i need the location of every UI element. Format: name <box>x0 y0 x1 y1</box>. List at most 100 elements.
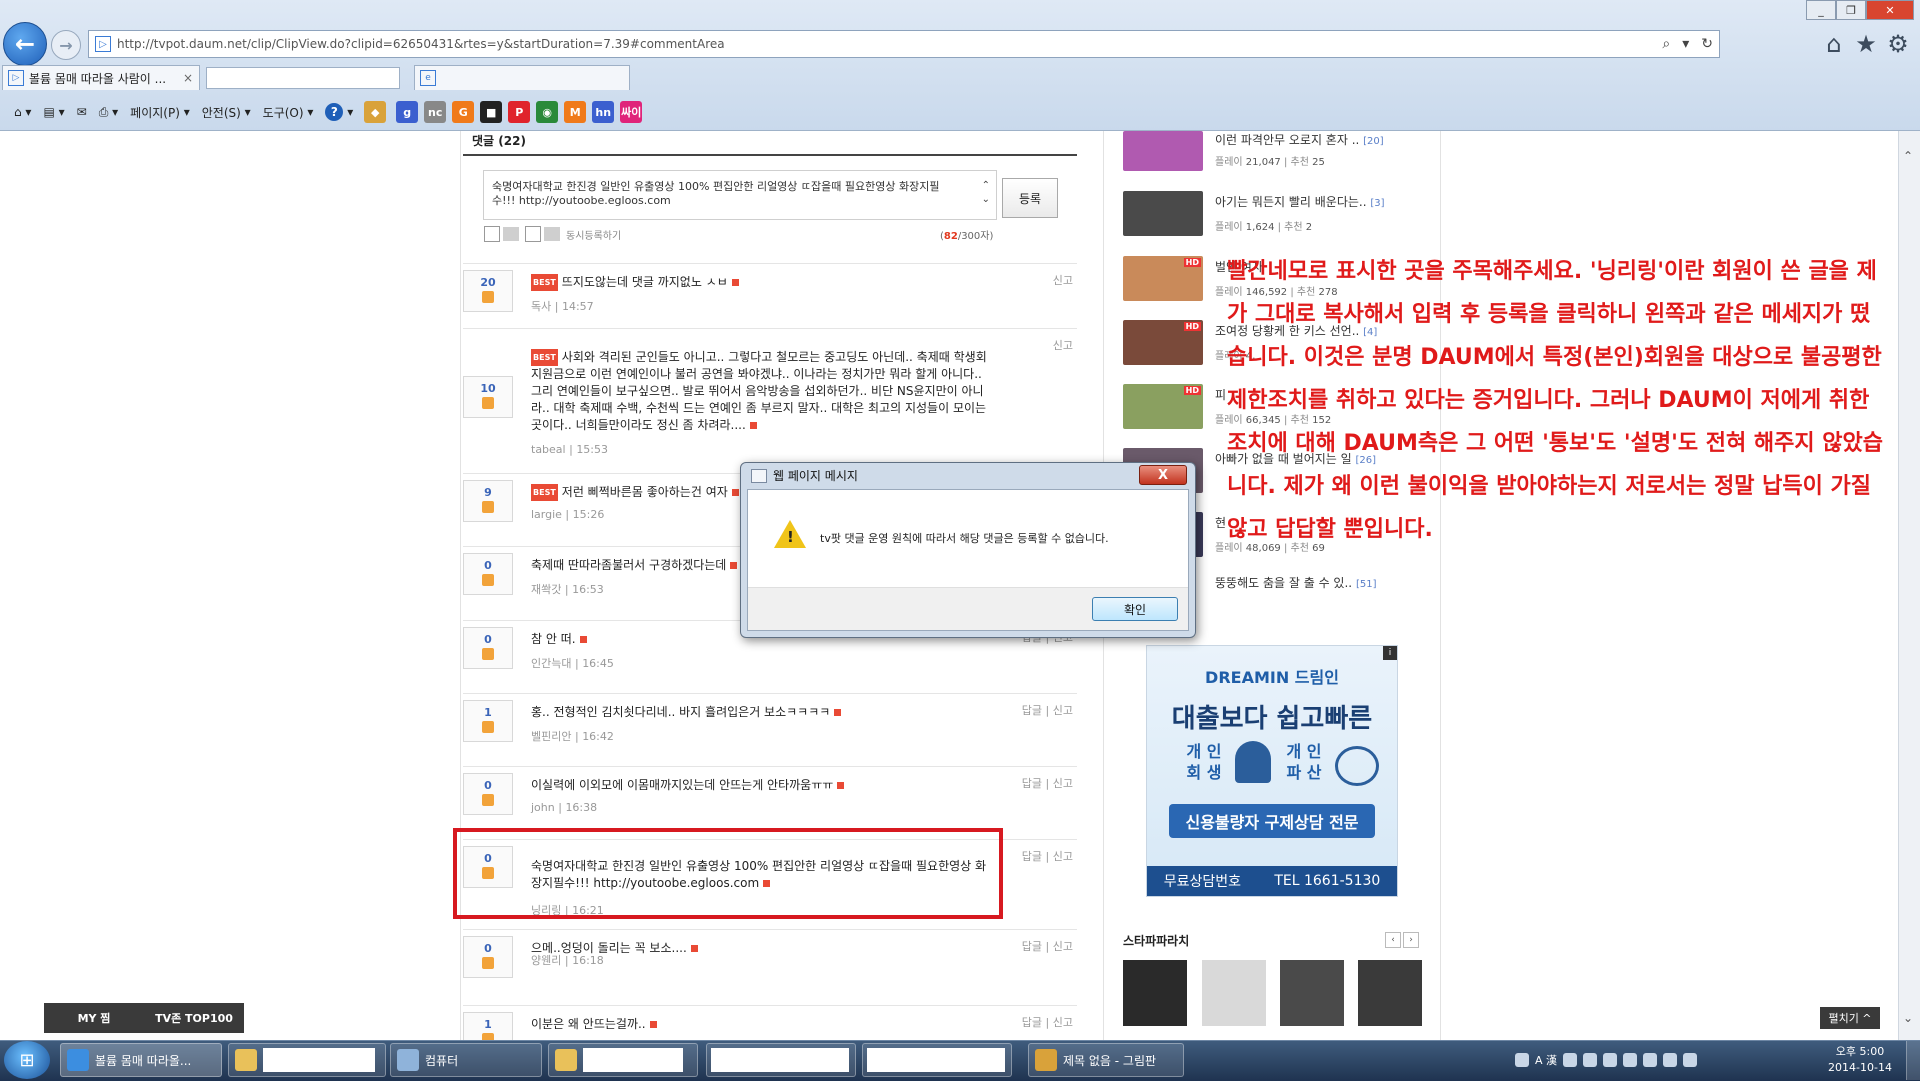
video-thumbnail[interactable] <box>1123 191 1203 236</box>
forward-button[interactable]: → <box>51 30 81 60</box>
tab-close-icon[interactable]: × <box>183 71 193 85</box>
shield-icon[interactable] <box>1515 1053 1529 1067</box>
comment-author[interactable]: tabeal <box>531 443 566 456</box>
task-blank-1[interactable] <box>706 1043 856 1077</box>
start-button[interactable]: ⊞ <box>4 1041 50 1079</box>
video-thumbnail[interactable] <box>1123 131 1203 171</box>
addon-icon[interactable]: ◆ <box>364 101 387 123</box>
search-icon[interactable]: ⌕ <box>1662 36 1670 52</box>
ssai-icon[interactable]: 싸이 <box>620 101 643 123</box>
star-thumbnail[interactable] <box>1202 960 1266 1026</box>
box-icon[interactable]: ■ <box>480 101 503 123</box>
show-desktop-button[interactable] <box>1906 1041 1920 1080</box>
g-icon[interactable]: g <box>396 101 419 123</box>
hn-icon[interactable]: hn <box>592 101 615 123</box>
restore-button[interactable]: ❐ <box>1836 0 1866 20</box>
tv-top-button[interactable]: TV존 TOP100 <box>144 1010 244 1026</box>
report-link[interactable]: 신고 <box>1053 940 1073 953</box>
task-blank-2[interactable] <box>862 1043 1012 1077</box>
submit-comment-button[interactable]: 등록 <box>1002 178 1058 218</box>
comment-textarea[interactable]: 숙명여자대학교 한진경 일반인 유출영상 100% 편집안한 리얼영상 ㄸ잡을때… <box>483 170 997 220</box>
report-link[interactable]: 신고 <box>1053 274 1073 287</box>
feeds-icon[interactable]: ▤ ▾ <box>39 100 68 124</box>
prev-icon[interactable]: ‹ <box>1385 932 1401 948</box>
network-icon[interactable] <box>1663 1053 1678 1067</box>
vote-button[interactable]: 1 <box>463 700 513 742</box>
vote-button[interactable]: 10 <box>463 376 513 418</box>
star-thumbnail[interactable] <box>1280 960 1344 1026</box>
comment-author[interactable]: 양웬리 <box>531 954 561 967</box>
ad-banner[interactable]: i DREAMIN 드림인 대출보다 쉽고빠른 개 인 회 생 개 인 파 산 … <box>1146 645 1398 897</box>
ad-info-icon[interactable]: i <box>1383 646 1397 660</box>
menu-tools[interactable]: 도구(O) ▾ <box>259 100 318 124</box>
video-title-wrap[interactable]: 뚱뚱해도 춤을 잘 출 수 있.. [51] <box>1215 574 1435 591</box>
clock[interactable]: 오후 5:00 2014-10-14 <box>1820 1044 1900 1076</box>
m-icon[interactable]: M <box>564 101 587 123</box>
tray-icon-1[interactable] <box>1583 1053 1598 1067</box>
report-link[interactable]: 신고 <box>1053 777 1073 790</box>
tray-icon-4[interactable] <box>1643 1053 1658 1067</box>
comment-author[interactable]: 벨핀리안 <box>531 730 571 743</box>
scroll-up-icon[interactable]: ⌃ <box>1903 149 1913 163</box>
comment-author[interactable]: 재쏵갓 <box>531 583 561 596</box>
task-ie[interactable]: 볼륨 몸매 따라올... <box>60 1043 222 1077</box>
home-icon[interactable]: ⌂ <box>1820 30 1848 58</box>
p-icon[interactable]: P <box>508 101 531 123</box>
settings-gear-icon[interactable]: ⚙ <box>1884 30 1912 58</box>
star-thumbnail[interactable] <box>1358 960 1422 1026</box>
video-thumbnail[interactable]: HD <box>1123 256 1203 301</box>
reply-link[interactable]: 답글 <box>1022 1016 1042 1029</box>
reply-link[interactable]: 답글 <box>1022 940 1042 953</box>
task-paint[interactable]: 제목 없음 - 그림판 <box>1028 1043 1184 1077</box>
dialog-close-button[interactable]: X <box>1139 465 1187 485</box>
video-thumbnail[interactable]: HD <box>1123 320 1203 365</box>
video-title-wrap[interactable]: 아기는 뭐든지 빨리 배운다는.. [3] <box>1215 193 1435 210</box>
expand-button[interactable]: 펼치기 ^ <box>1820 1007 1880 1029</box>
vote-button[interactable]: 9 <box>463 480 513 522</box>
volume-icon[interactable] <box>1683 1053 1698 1067</box>
blank-tab[interactable] <box>206 67 400 89</box>
report-link[interactable]: 신고 <box>1053 339 1073 352</box>
minimize-button[interactable]: _ <box>1806 0 1836 20</box>
refresh-icon[interactable]: ↻ <box>1701 36 1713 52</box>
help-icon[interactable]: ? ▾ <box>321 100 357 124</box>
star-thumbnail[interactable] <box>1123 960 1187 1026</box>
task-folder-1[interactable] <box>228 1043 386 1077</box>
my-jjim-button[interactable]: MY 찜 <box>44 1010 144 1026</box>
video-title-wrap[interactable]: 이런 파격안무 오로지 혼자 .. [20] <box>1215 131 1435 148</box>
menu-safety[interactable]: 안전(S) ▾ <box>198 100 255 124</box>
close-window-button[interactable]: ✕ <box>1866 0 1914 20</box>
comment-author[interactable]: largie <box>531 508 562 521</box>
home-toolbar-icon[interactable]: ⌂ ▾ <box>10 100 35 124</box>
menu-page[interactable]: 페이지(P) ▾ <box>126 100 194 124</box>
reply-link[interactable]: 답글 <box>1022 850 1042 863</box>
vote-button[interactable]: 0 <box>463 553 513 595</box>
vote-button[interactable]: 20 <box>463 270 513 312</box>
tray-icon-2[interactable] <box>1603 1053 1618 1067</box>
vote-button[interactable]: 0 <box>463 627 513 669</box>
report-link[interactable]: 신고 <box>1053 1016 1073 1029</box>
ad-cta[interactable]: 신용불량자 구제상담 전문 <box>1169 804 1375 838</box>
report-link[interactable]: 신고 <box>1053 850 1073 863</box>
back-button[interactable]: ← <box>3 22 47 66</box>
scroll-down-icon[interactable]: ⌄ <box>1903 1011 1913 1025</box>
next-icon[interactable]: › <box>1403 932 1419 948</box>
dropdown-icon[interactable]: ▾ <box>1682 36 1689 52</box>
twitter-checkbox[interactable] <box>484 226 500 242</box>
new-tab[interactable]: e <box>414 65 630 90</box>
tab-active[interactable]: ▷ 볼륨 몸매 따라올 사람이 ... × <box>2 65 200 90</box>
address-bar[interactable]: ▷ http://tvpot.daum.net/clip/ClipView.do… <box>88 30 1720 58</box>
facebook-checkbox[interactable] <box>525 226 541 242</box>
page-scrollbar[interactable]: ⌃ ⌄ <box>1898 131 1920 1040</box>
vote-button[interactable]: 0 <box>463 773 513 815</box>
mail-icon[interactable]: ✉ <box>73 100 91 124</box>
comment-author[interactable]: 인간늑대 <box>531 657 571 670</box>
reply-link[interactable]: 답글 <box>1022 777 1042 790</box>
g2-icon[interactable]: G <box>452 101 475 123</box>
task-computer[interactable]: 컴퓨터 <box>390 1043 542 1077</box>
textarea-scroll[interactable]: ⌃ ⌄ <box>982 179 990 207</box>
report-link[interactable]: 신고 <box>1053 704 1073 717</box>
comment-author[interactable]: john <box>531 801 555 814</box>
help-tray-icon[interactable] <box>1563 1053 1578 1067</box>
ok-button[interactable]: 확인 <box>1092 597 1178 621</box>
